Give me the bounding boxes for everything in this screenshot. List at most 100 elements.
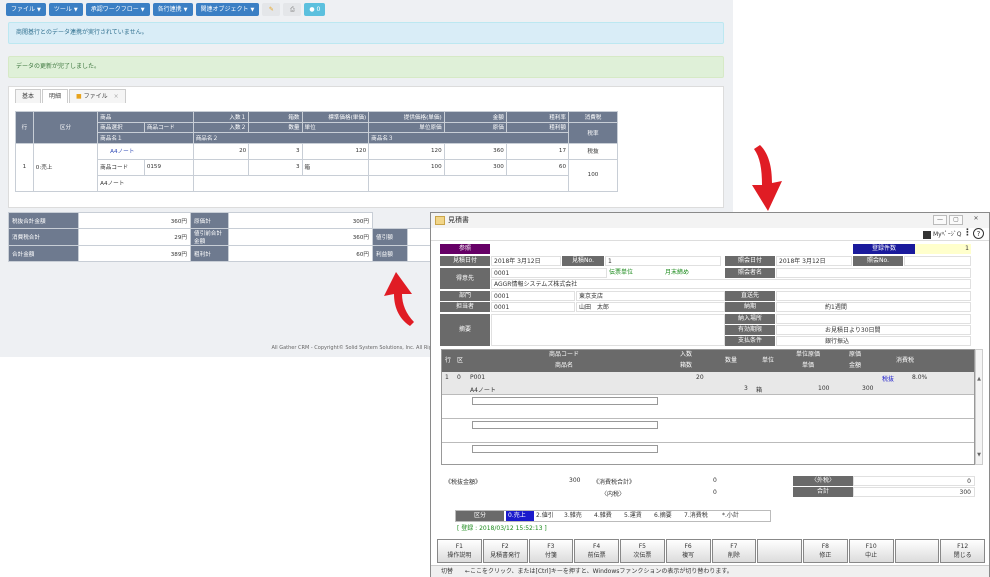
inquirer-field[interactable] xyxy=(776,268,971,278)
expiry-field[interactable]: お見積日より30日間 xyxy=(776,325,971,335)
place-field[interactable] xyxy=(776,314,971,324)
f12-button[interactable]: F12 閉じる xyxy=(940,539,985,563)
kubun-option[interactable]: 3.雑売 xyxy=(564,511,582,521)
help-icon[interactable]: ? xyxy=(973,228,984,239)
comment-button[interactable]: ● 0 xyxy=(304,3,326,16)
qty-value: 3 xyxy=(744,385,748,392)
kubun-option[interactable]: 4.雑費 xyxy=(594,511,612,521)
col-irisu1-header: 入数１ xyxy=(192,111,250,123)
edit-button[interactable]: ✎ xyxy=(262,3,281,16)
tab-file[interactable]: ■ ファイル × xyxy=(69,89,126,103)
col-offer-price-header: 提供価格(単価) xyxy=(368,111,445,123)
quote-date-field[interactable]: 2018年 3月12日 xyxy=(491,256,561,266)
delivery-field[interactable]: 約1週間 xyxy=(776,302,971,312)
grid-scrollbar[interactable]: ▲ ▼ xyxy=(975,349,983,465)
registered-timestamp: [ 登録 : 2018/03/12 15:52:13 ] xyxy=(457,525,547,532)
tab-detail[interactable]: 明細 xyxy=(42,89,69,103)
inquiry-date-field[interactable]: 2018年 3月12日 xyxy=(776,256,852,266)
f6-button[interactable]: F6 複写 xyxy=(665,539,711,563)
kubun-option[interactable]: 0.売上 xyxy=(506,511,534,521)
close-icon[interactable]: ✕ xyxy=(969,215,983,225)
customer-name-field[interactable]: AGGR情報システムズ株式会社 xyxy=(491,279,971,289)
inquiry-no-field[interactable] xyxy=(904,256,971,266)
price-value: 100 xyxy=(818,385,830,392)
col-unit-header: 単位 xyxy=(301,121,370,133)
f1-button[interactable]: F1 操作説明 xyxy=(437,539,482,563)
maximize-icon[interactable]: ▢ xyxy=(949,215,963,225)
quote-no-field[interactable]: 1 xyxy=(605,256,721,266)
inquiry-date-label: 照会日付 xyxy=(725,256,775,266)
summary-label: 利益額 xyxy=(372,245,408,262)
summary-label: 消費税合計 xyxy=(8,228,79,246)
payment-field[interactable]: 銀行振込 xyxy=(776,336,971,346)
close-icon[interactable]: × xyxy=(114,93,119,100)
person-code-field[interactable]: 0001 xyxy=(491,302,575,312)
summary-value: 360円 xyxy=(228,228,373,246)
customer-code-field[interactable]: 0001 xyxy=(491,268,607,278)
col-tax-header: 消費税 xyxy=(568,111,618,123)
kubun-option[interactable]: *.小計 xyxy=(722,511,739,521)
kubun-label: 区分 xyxy=(456,511,504,521)
table-row[interactable]: 1 0 P001 A4ノート 20 3 箱 100 300 税抜 8.0% xyxy=(442,372,974,394)
memo-field[interactable] xyxy=(491,314,725,346)
f5-button[interactable]: F5 次伝票 xyxy=(620,539,665,563)
table-row[interactable]: 1 0:売上 A4ノート 20 3 120 120 360 17 税抜 xyxy=(15,142,618,192)
f10-button[interactable]: F10 中止 xyxy=(848,539,894,563)
workflow-menu-button[interactable]: 承認ワークフロー ▼ xyxy=(85,3,150,16)
place-label: 納入場所 xyxy=(725,314,775,324)
kubun-option[interactable]: 7.消費税 xyxy=(684,511,708,521)
department-code-field[interactable]: 0001 xyxy=(491,291,575,301)
detail-panel: 基本 明細 ■ ファイル × 行 区分 商品 入数１ 箱数 標準価格(単価) 提供… xyxy=(8,86,724,208)
pencil-icon: ✎ xyxy=(268,6,274,13)
memo-label: 摘要 xyxy=(440,314,490,346)
integration-menu-button[interactable]: 各行連携 ▼ xyxy=(152,3,193,16)
col-tax-rate-header: 税率 xyxy=(568,121,618,144)
summary-label: 粗利計 xyxy=(190,245,229,262)
scroll-up-icon[interactable]: ▲ xyxy=(976,376,982,382)
disabled-fkey-button xyxy=(757,539,802,563)
grand-total-label: 合計 xyxy=(793,487,853,497)
summary-value: 60円 xyxy=(228,245,373,262)
slip-unit-text: 伝票単位 xyxy=(609,269,634,276)
f4-button[interactable]: F4 前伝票 xyxy=(574,539,619,563)
table-row: A4ノート xyxy=(16,174,618,192)
col-amount-header: 金額 xyxy=(443,111,507,123)
print-button[interactable]: ⎙ xyxy=(283,3,302,16)
product-link[interactable]: A4ノート xyxy=(97,142,194,160)
kubun-option[interactable]: 2.値引 xyxy=(536,511,554,521)
f3-button[interactable]: F3 付箋 xyxy=(528,539,574,563)
kubun-option[interactable]: 6.摘要 xyxy=(654,511,672,521)
code-input[interactable] xyxy=(472,421,658,429)
kubun-selector: 区分 0.売上 2.値引 3.雑売 4.雑費 5.運賃 6.摘要 7.消費税 *… xyxy=(455,510,771,522)
tools-menu-button[interactable]: ツール ▼ xyxy=(48,3,83,16)
register-count-label: 登録件数 xyxy=(853,244,915,254)
more-icon[interactable]: ⋮ xyxy=(963,228,972,238)
row-kubun: 0:売上 xyxy=(32,142,99,192)
f8-button[interactable]: F8 修正 xyxy=(803,539,848,563)
line-items-grid: 行 区 商品コード 商品名 入数 箱数 数量 単位 単位原価 単価 原価 金額 … xyxy=(441,349,975,465)
col-qty-header: 数量 xyxy=(248,121,303,133)
person-name-field: 山田 太郎 xyxy=(576,302,725,312)
scroll-down-icon[interactable]: ▼ xyxy=(976,452,982,458)
window-app-icon xyxy=(435,216,445,225)
status-bar[interactable]: 切替 ←ここをクリック、または[Ctrl]キーを押すと、Windowsファンクシ… xyxy=(431,565,989,577)
print-icon: ⎙ xyxy=(289,6,295,13)
code-input[interactable] xyxy=(472,397,658,405)
red-arrow-up-icon xyxy=(384,272,414,326)
toolbar: ファイル ▼ ツール ▼ 承認ワークフロー ▼ 各行連携 ▼ 関連オブジェクト ▼ ✎ ⎙… xyxy=(6,3,326,16)
mypage-button[interactable]: MyﾍﾟｰｼﾞQ xyxy=(923,229,961,239)
minimize-icon[interactable]: — xyxy=(933,215,947,225)
file-menu-button[interactable]: ファイル ▼ xyxy=(6,3,46,16)
direct-ship-field[interactable] xyxy=(776,291,971,301)
tab-basic[interactable]: 基本 xyxy=(15,89,42,103)
f7-button[interactable]: F7 削除 xyxy=(711,539,757,563)
related-object-menu-button[interactable]: 関連オブジェクト ▼ xyxy=(195,3,260,16)
summary-value: 29円 xyxy=(78,228,191,246)
table-header-row: 商品選択 商品コード 入数２ 数量 単位 単位原価 原価 粗利額 税率 xyxy=(16,121,618,144)
kubun-option[interactable]: 5.運賃 xyxy=(624,511,642,521)
col-irisu-header: 入数 xyxy=(662,350,710,361)
f2-button[interactable]: F2 見積書発行 xyxy=(482,539,528,563)
department-label: 部門 xyxy=(440,291,490,301)
amount-cell: 360 xyxy=(443,142,507,160)
code-input[interactable] xyxy=(472,445,658,453)
